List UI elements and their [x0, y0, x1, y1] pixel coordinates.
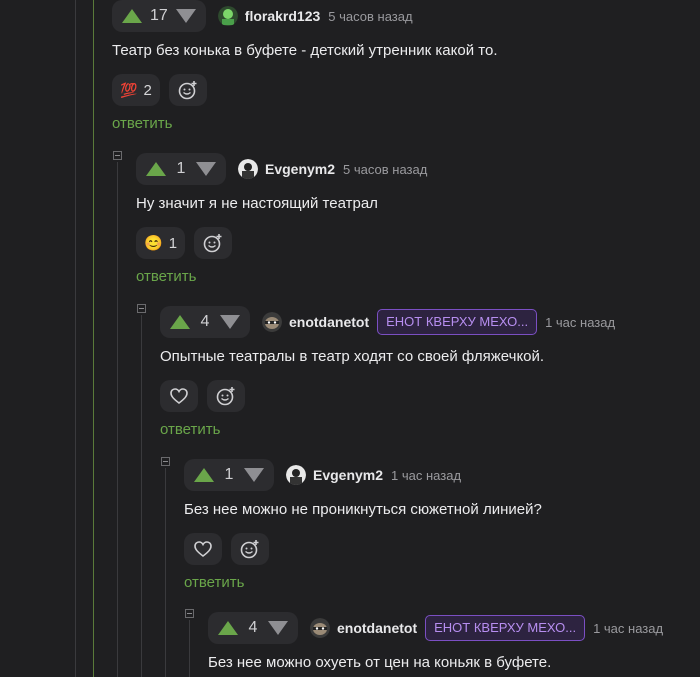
comment-text: Опытные театралы в театр ходят со своей … [160, 348, 545, 365]
add-reaction-button[interactable] [194, 227, 233, 259]
rating-score: 1 [224, 466, 234, 483]
heart-icon [170, 388, 188, 405]
timestamp: 5 часов назад [328, 8, 413, 24]
smiling-face-icon: 😊 [144, 235, 163, 252]
like-button[interactable] [184, 533, 222, 565]
downvote-button[interactable] [220, 315, 240, 329]
timestamp: 1 час назад [391, 467, 462, 483]
author-name[interactable]: florakrd123 [245, 8, 320, 24]
rating-block: 4 [208, 612, 298, 644]
upvote-button[interactable] [146, 162, 166, 176]
reply-link[interactable]: ответить [136, 268, 196, 285]
rating-block: 4 [160, 306, 250, 338]
comment-text: Театр без конька в буфете - детский утре… [112, 42, 498, 59]
author-name[interactable]: enotdanetot [337, 620, 417, 636]
rating-block: 17 [112, 0, 206, 32]
timestamp: 1 час назад [545, 314, 616, 330]
collapse-thread-button[interactable] [185, 609, 194, 618]
upvote-button[interactable] [218, 621, 238, 635]
thread-line [189, 620, 190, 677]
reaction-count: 2 [143, 81, 152, 99]
reply-link[interactable]: ответить [184, 574, 244, 591]
thread-line [165, 468, 166, 677]
add-reaction-button[interactable] [207, 380, 245, 412]
avatar[interactable] [262, 312, 282, 332]
rating-block: 1 [136, 153, 226, 185]
rating-score: 17 [150, 7, 168, 24]
downvote-button[interactable] [196, 162, 216, 176]
author-name[interactable]: Evgenym2 [313, 467, 383, 483]
downvote-button[interactable] [244, 468, 264, 482]
thread-line [75, 0, 76, 677]
avatar[interactable] [310, 618, 330, 638]
reaction-hundred-points[interactable]: 💯 2 [112, 74, 160, 106]
user-badge[interactable]: ЕНОТ КВЕРХУ МЕХО... [377, 309, 538, 335]
rating-score: 4 [248, 619, 258, 636]
add-reaction-icon [216, 387, 235, 406]
user-badge[interactable]: ЕНОТ КВЕРХУ МЕХО... [425, 615, 586, 641]
downvote-button[interactable] [268, 621, 288, 635]
thread-line [93, 0, 94, 677]
rating-score: 1 [176, 160, 186, 177]
collapse-thread-button[interactable] [161, 457, 170, 466]
hundred-points-icon: 💯 [120, 81, 138, 98]
rating-block: 1 [184, 459, 274, 491]
add-reaction-icon [240, 540, 259, 559]
like-button[interactable] [160, 380, 198, 412]
comment-text: Без нее можно не проникнуться сюжетной л… [184, 501, 542, 518]
upvote-button[interactable] [122, 9, 142, 23]
comment-text: Без нее можно охуеть от цен на коньяк в … [208, 654, 552, 671]
heart-icon [194, 541, 212, 558]
add-reaction-icon [178, 81, 197, 100]
upvote-button[interactable] [170, 315, 190, 329]
collapse-thread-button[interactable] [113, 151, 122, 160]
add-reaction-icon [203, 234, 222, 253]
author-name[interactable]: enotdanetot [289, 314, 369, 330]
thread-line [117, 162, 118, 677]
reaction-count: 1 [168, 234, 178, 252]
downvote-button[interactable] [175, 9, 196, 23]
avatar[interactable] [217, 6, 238, 26]
rating-score: 4 [200, 313, 210, 330]
add-reaction-button[interactable] [168, 74, 207, 106]
reaction-smiling-face[interactable]: 😊 1 [136, 227, 186, 259]
reply-link[interactable]: ответить [160, 421, 220, 438]
reply-link[interactable]: ответить [112, 115, 172, 132]
timestamp: 1 час назад [593, 620, 664, 636]
collapse-thread-button[interactable] [137, 304, 146, 313]
avatar[interactable] [286, 465, 306, 485]
comment-text: Ну значит я не настоящий театрал [136, 195, 378, 212]
add-reaction-button[interactable] [231, 533, 269, 565]
timestamp: 5 часов назад [343, 161, 428, 177]
upvote-button[interactable] [194, 468, 214, 482]
avatar[interactable] [238, 159, 258, 179]
thread-line [141, 315, 142, 677]
author-name[interactable]: Evgenym2 [265, 161, 335, 177]
